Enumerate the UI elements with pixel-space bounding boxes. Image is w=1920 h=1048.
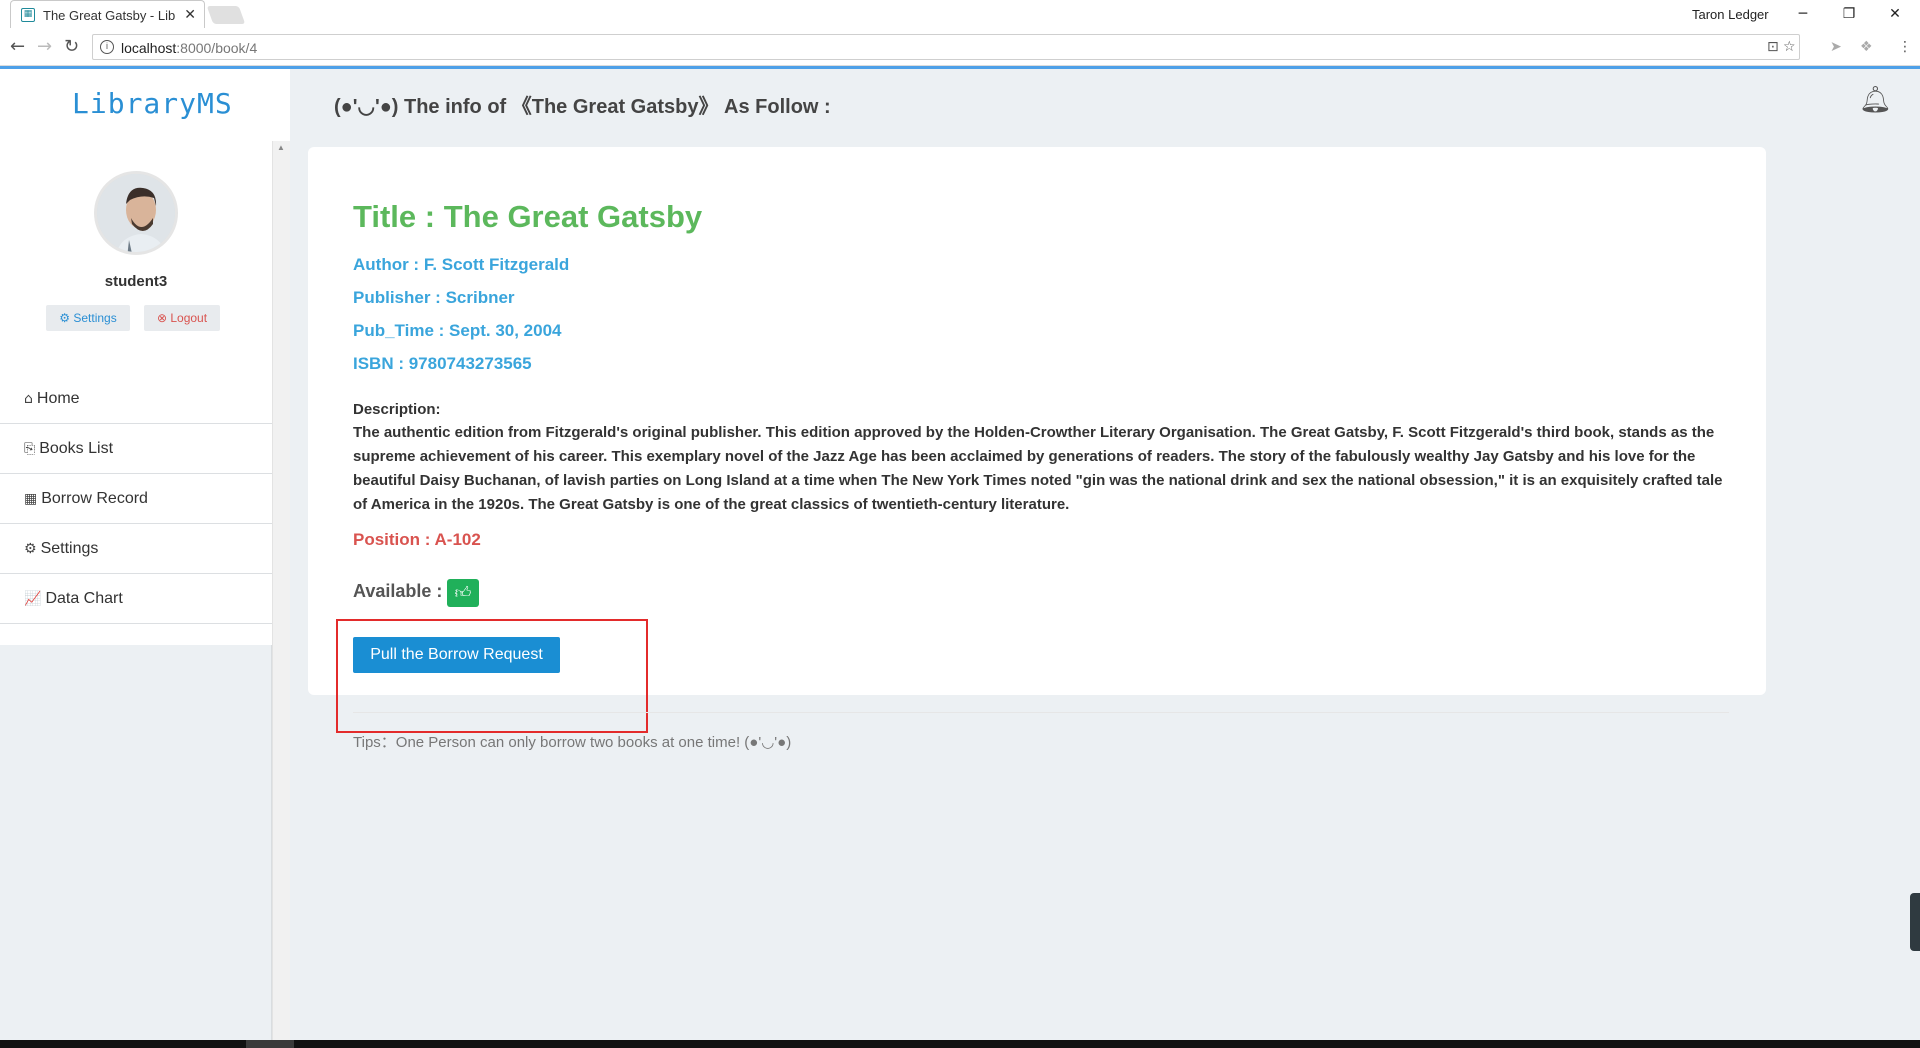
minimize-icon[interactable]: ─ xyxy=(1788,3,1818,25)
scroll-up-icon[interactable]: ▲ xyxy=(277,143,285,152)
sidebar-scrollbar[interactable]: ▲ xyxy=(272,141,290,1041)
book-author: Author : F. Scott Fitzgerald xyxy=(353,255,570,274)
thumbs-up-icon: 👍︎ xyxy=(447,579,479,607)
restore-icon[interactable]: ❐ xyxy=(1834,3,1864,25)
line-chart-icon: 📈 xyxy=(24,591,42,607)
sidebar-menu: ⌂ Home ⎘ Books List ▦ Borrow Record ⚙ Settin… xyxy=(0,374,272,624)
profile-settings-button[interactable]: ⚙ Settings xyxy=(46,305,130,331)
sidebar-item-borrow-record[interactable]: ▦ Borrow Record xyxy=(0,474,272,524)
page-favicon-icon: ▦ xyxy=(21,8,35,22)
gear-icon: ⚙ xyxy=(24,541,37,557)
address-bar[interactable]: i localhost:8000/book/4 ⊡ ☆ xyxy=(92,34,1800,60)
page: LibraryMS ▲ student3 ⚙ Settings ⊗ Logout… xyxy=(0,69,1920,1041)
home-icon: ⌂ xyxy=(24,391,33,407)
book-isbn: ISBN : 9780743273565 xyxy=(353,354,532,373)
sidebar-item-label: Home xyxy=(36,390,80,407)
avatar xyxy=(94,171,178,255)
book-pub-time: Pub_Time : Sept. 30, 2004 xyxy=(353,321,562,340)
reload-icon[interactable]: ↻ xyxy=(64,36,79,57)
forward-icon[interactable]: → xyxy=(37,36,52,57)
close-tab-icon[interactable]: ✕ xyxy=(184,6,196,23)
bookmark-star-icon[interactable]: ☆ xyxy=(1783,39,1796,55)
highlight-annotation-box xyxy=(336,619,648,733)
new-tab-button[interactable] xyxy=(206,6,246,24)
taskbar-active-item[interactable] xyxy=(246,1040,294,1048)
floating-widget-handle[interactable] xyxy=(1910,893,1920,951)
site-info-icon[interactable]: i xyxy=(100,40,114,54)
translate-icon[interactable]: ⊡ xyxy=(1767,39,1779,55)
sidebar-item-home[interactable]: ⌂ Home xyxy=(0,374,272,424)
tab-title: The Great Gatsby - Lib xyxy=(43,8,176,23)
divider xyxy=(353,712,1729,713)
borrow-tips: Tips：One Person can only borrow two book… xyxy=(353,734,792,751)
sidebar-item-books-list[interactable]: ⎘ Books List xyxy=(0,424,272,474)
url-text[interactable]: localhost:8000/book/4 xyxy=(121,40,257,56)
table-icon: ▦ xyxy=(24,491,38,507)
description-label: Description: xyxy=(353,401,441,418)
browser-tab[interactable]: ▦ The Great Gatsby - Lib ✕ xyxy=(10,0,205,28)
username: student3 xyxy=(104,273,168,290)
book-position: Position : A-102 xyxy=(353,530,481,549)
browser-tab-bar: ▦ The Great Gatsby - Lib ✕ Taron Ledger … xyxy=(0,0,1920,28)
brand-logo[interactable]: LibraryMS xyxy=(72,87,233,120)
brand-area: LibraryMS xyxy=(0,69,290,141)
sidebar-item-label: Data Chart xyxy=(45,590,123,607)
extension-box-icon[interactable]: ❖ xyxy=(1860,39,1873,55)
logout-button[interactable]: ⊗ Logout xyxy=(144,305,220,331)
book-publisher: Publisher : Scribner xyxy=(353,288,515,307)
menu-dots-icon[interactable]: ⋮ xyxy=(1898,39,1912,55)
sidebar-item-label: Borrow Record xyxy=(41,490,148,507)
sidebar-item-label: Settings xyxy=(40,540,99,557)
books-icon: ⎘ xyxy=(24,441,36,457)
book-title: Title : The Great Gatsby xyxy=(353,199,703,234)
book-description: The authentic edition from Fitzgerald's … xyxy=(353,424,1723,513)
sidebar: LibraryMS ▲ student3 ⚙ Settings ⊗ Logout… xyxy=(0,69,290,1041)
available-label: Available : xyxy=(353,581,443,601)
sidebar-item-settings[interactable]: ⚙ Settings xyxy=(0,524,272,574)
book-info-card: Title : The Great Gatsby Author : F. Sco… xyxy=(308,147,1766,751)
page-title: (●'◡'●) The info of 《The Great Gatsby》 A… xyxy=(334,96,831,118)
browser-toolbar: ← → ↻ i localhost:8000/book/4 ⊡ ☆ ➤ ❖ ⋮ xyxy=(0,28,1920,66)
back-icon[interactable]: ← xyxy=(10,36,25,57)
extension-cursor-icon[interactable]: ➤ xyxy=(1830,39,1842,55)
bell-icon[interactable]: 🔔︎ xyxy=(1859,85,1892,115)
close-window-icon[interactable]: ✕ xyxy=(1880,3,1910,25)
profile-name[interactable]: Taron Ledger xyxy=(1692,7,1769,22)
page-header: (●'◡'●) The info of 《The Great Gatsby》 A… xyxy=(290,69,1920,141)
sidebar-item-label: Books List xyxy=(39,440,114,457)
sidebar-item-data-chart[interactable]: 📈 Data Chart xyxy=(0,574,272,624)
